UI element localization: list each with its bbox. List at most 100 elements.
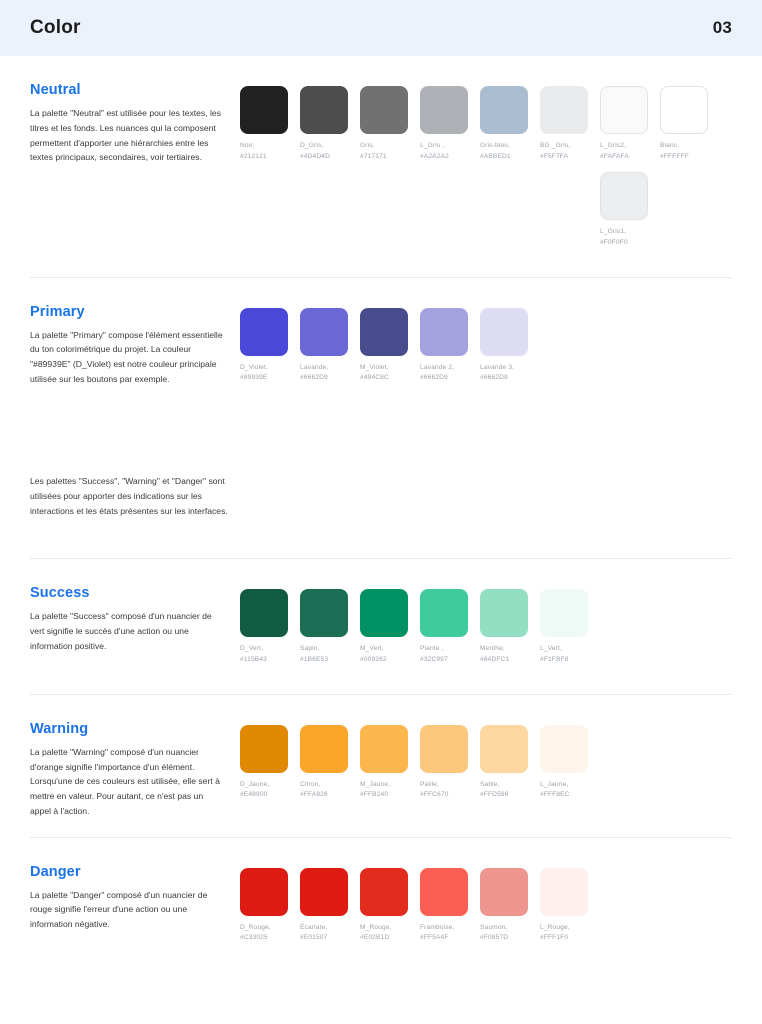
color-style-guide-page: Color 03 Neutral La palette "Neutral" es… [0,0,762,1024]
swatch-color-chip [300,867,348,916]
swatch-label: Citron, #FFA826 [300,780,328,799]
section-success-text: Success La palette "Success" composé d'u… [30,585,240,653]
section-danger-description: La palette "Danger" composé d'un nuancie… [30,889,208,930]
swatch-item: Sapin, #1B6E53 [300,589,360,665]
swatch-label: L_Jaune, #FFF8EC [540,780,570,799]
swatch-color-chip [600,86,648,134]
swatch-color-chip [360,589,408,638]
section-warning-text: Warning La palette "Warning" composé d'u… [30,721,240,819]
page-header: Color 03 [0,0,762,56]
swatch-label: L_Gris1, #F0F0F0 [600,228,628,247]
swatch-color-chip [360,307,408,356]
section-success: Success La palette "Success" composé d'u… [30,558,732,693]
swatch-label: BG _Gris, #F5F7FA [540,142,571,160]
section-primary-swatches: D_Violet, #89939E Lavande, #6662D9 M_Viole… [240,304,732,394]
swatch-label: Gris-bleu, #ABBED1 [480,142,511,160]
swatch-label: M_Rouge, #E02B1D [360,923,392,942]
swatch-item: Plante , #32C997 [420,589,480,665]
swatch-item: L_Gris , #A2A2A2 [420,86,480,162]
swatch-item: M_Jaune, #FFB240 [360,724,420,801]
swatch-color-chip [420,307,468,356]
section-primary-heading: Primary [30,303,85,320]
section-warning-description: La palette "Warning" composé d'un nuanci… [30,746,220,816]
swatch-item: BG _Gris, #F5F7FA [540,86,600,162]
swatch-label: L_Gris2, #FAFAFA [600,142,629,160]
palette-intro-paragraph: Les palettes "Success", "Warning" et "Da… [30,476,228,516]
swatch-item: M_Violet, #494C8C [360,307,420,384]
section-danger: Danger La palette "Danger" composé d'un … [30,836,732,972]
swatch-color-chip [480,724,528,773]
section-neutral: Neutral La palette "Neutral" est utilisé… [30,56,732,277]
swatch-label: L_Rouge, #FFF1F0 [540,923,570,942]
section-primary-text: Primary La palette "Primary" compose l'é… [30,304,240,387]
swatch-item: D_Jaune, #E48900 [240,724,300,801]
section-warning-swatches: D_Jaune, #E48900 Citron, #FFA826 M_Jaune, … [240,721,732,811]
section-neutral-swatches: Noir, #212121 D_Gris, #4D4D4D Gris, #71717… [240,82,732,259]
swatch-spacer [420,172,480,248]
swatch-item: Blanc, #FFFFFF [660,86,720,162]
swatch-label: M_Jaune, #FFB240 [360,780,391,799]
swatch-label: D_Jaune, #E48900 [240,780,270,799]
section-neutral-description: La palette "Neutral" est utilisée pour l… [30,108,221,163]
palette-intro-block: Les palettes "Success", "Warning" et "Da… [30,412,732,558]
swatch-item: L_Gris1, #F0F0F0 [600,172,660,248]
swatch-color-chip [480,867,528,916]
swatch-item: Noir, #212121 [240,86,300,162]
swatch-item: Citron, #FFA826 [300,724,360,801]
swatch-label: M_Vert, #009262 [360,645,387,664]
swatch-spacer [480,172,540,248]
section-warning: Warning La palette "Warning" composé d'u… [30,693,732,837]
swatch-item: Lavande 3, #6662D9 [480,307,540,384]
section-warning-heading: Warning [30,720,89,737]
swatch-label: M_Violet, #494C8C [360,363,389,382]
swatch-item: M_Vert, #009262 [360,589,420,665]
swatch-label: Noir, #212121 [240,142,267,160]
section-success-description: La palette "Success" composé d'un nuanci… [30,611,212,651]
swatch-color-chip [360,867,408,916]
swatch-row: Noir, #212121 D_Gris, #4D4D4D Gris, #71717… [240,86,732,259]
swatch-row: D_Vert, #115B43 Sapin, #1B6E53 M_Vert, #00… [240,589,732,675]
swatch-spacer [540,172,600,248]
section-neutral-heading: Neutral [30,82,81,98]
section-success-heading: Success [30,585,90,602]
swatch-color-chip [540,589,588,638]
swatch-color-chip [540,724,588,773]
swatch-label: D_Vert, #115B43 [240,645,267,664]
section-danger-heading: Danger [30,863,81,880]
swatch-item: Saumon, #F0857D [480,867,540,944]
swatch-color-chip [300,86,348,134]
swatch-color-chip [540,86,588,134]
swatch-color-chip [240,589,288,638]
swatch-label: L_Gris , #A2A2A2 [420,142,449,160]
swatch-item: L_Jaune, #FFF8EC [540,724,600,801]
swatch-label: Blanc, #FFFFFF [660,142,689,160]
swatch-label: Paille, #FFC670 [420,780,449,799]
swatch-label: L_Vert, #F1FBF8 [540,645,569,664]
swatch-label: Plante , #32C997 [420,645,448,664]
section-primary: Primary La palette "Primary" compose l'é… [30,276,732,412]
swatch-color-chip [420,867,468,916]
swatch-row: D_Violet, #89939E Lavande, #6662D9 M_Viole… [240,307,732,394]
swatch-item: D_Gris, #4D4D4D [300,86,360,162]
sections-container: Neutral La palette "Neutral" est utilisé… [0,56,762,972]
swatch-item: Lavande, #6662D9 [300,307,360,384]
swatch-spacer [300,172,360,248]
swatch-color-chip [540,867,588,916]
swatch-label: Saumon, #F0857D [480,923,509,942]
swatch-label: Gris, #717171 [360,142,387,160]
swatch-spacer [360,172,420,248]
swatch-label: Sapin, #1B6E53 [300,645,329,664]
swatch-color-chip [300,589,348,638]
swatch-color-chip [240,307,288,356]
section-danger-text: Danger La palette "Danger" composé d'un … [30,864,240,932]
swatch-color-chip [300,724,348,773]
swatch-color-chip [600,172,648,221]
swatch-label: D_Violet, #89939E [240,363,268,382]
page-number: 03 [712,18,732,37]
swatch-item: D_Vert, #115B43 [240,589,300,665]
swatch-item: Écarlate, #E01507 [300,867,360,944]
swatch-item: Lavande 2, #6662D9 [420,307,480,384]
swatch-label: Lavande 2, #6662D9 [420,363,455,382]
section-danger-swatches: D_Rouge, #C33025 Écarlate, #E01507 M_Rouge… [240,864,732,954]
swatch-color-chip [360,86,408,134]
